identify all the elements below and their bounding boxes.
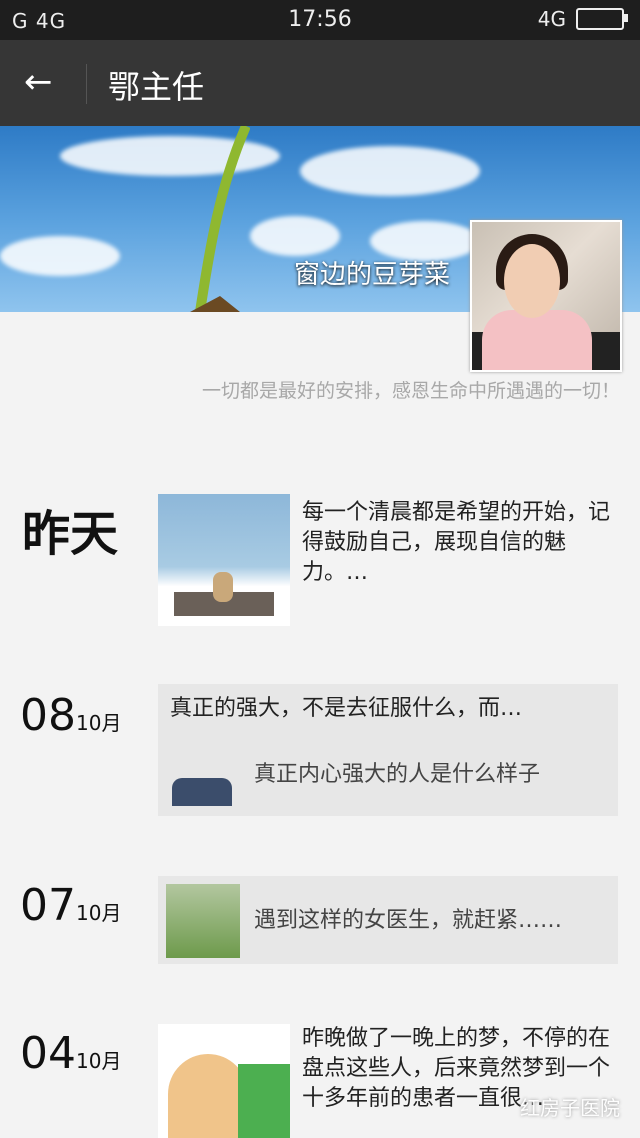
link-title: 真正内心强大的人是什么样子: [254, 762, 541, 787]
post-day: 04: [20, 1028, 76, 1079]
post-month: 10月: [76, 711, 122, 735]
app-bar: ← 鄂主任: [0, 40, 640, 126]
shared-link-card[interactable]: 真正的强大，不是去征服什么，而… 真正内心强大的人是什么样子: [158, 684, 618, 816]
post-title: 真正的强大，不是去征服什么，而…: [170, 696, 523, 721]
post-month: 10月: [76, 1049, 122, 1073]
profile-nickname: 窗边的豆芽菜: [293, 260, 450, 290]
post-date: 0410月: [20, 1028, 121, 1079]
profile-signature: 一切都是最好的安排，感恩生命中所遇遇的一切！: [201, 380, 620, 402]
sprout-illustration: [190, 126, 250, 312]
network-label: 4G: [537, 7, 566, 31]
watermark: 红房子医院: [520, 1096, 620, 1120]
post-thumbnail-cartoon[interactable]: [158, 1024, 290, 1138]
status-bar: G 4G 17:56 4G: [0, 0, 640, 40]
avatar[interactable]: [470, 220, 622, 372]
post-date-yesterday: 昨天: [22, 506, 119, 562]
post-day: 08: [20, 690, 76, 741]
battery-icon: [576, 8, 628, 30]
post-month: 10月: [76, 901, 122, 925]
link-thumbnail: [166, 884, 240, 958]
post-thumbnail-bench[interactable]: [158, 494, 290, 626]
post-day: 07: [20, 880, 76, 931]
link-thumbnail: [166, 738, 240, 812]
appbar-divider: [86, 64, 87, 104]
back-button[interactable]: ←: [24, 62, 53, 102]
post-date: 0810月: [20, 690, 121, 741]
post-text[interactable]: 每一个清晨都是希望的开始，记得鼓励自己，展现自信的魅力。…: [302, 498, 612, 588]
shared-link-card[interactable]: 遇到这样的女医生，就赶紧……: [158, 876, 618, 964]
status-right: 4G: [537, 7, 628, 31]
link-title: 遇到这样的女医生，就赶紧……: [254, 908, 563, 933]
post-date: 0710月: [20, 880, 121, 931]
page-title: 鄂主任: [108, 68, 205, 106]
